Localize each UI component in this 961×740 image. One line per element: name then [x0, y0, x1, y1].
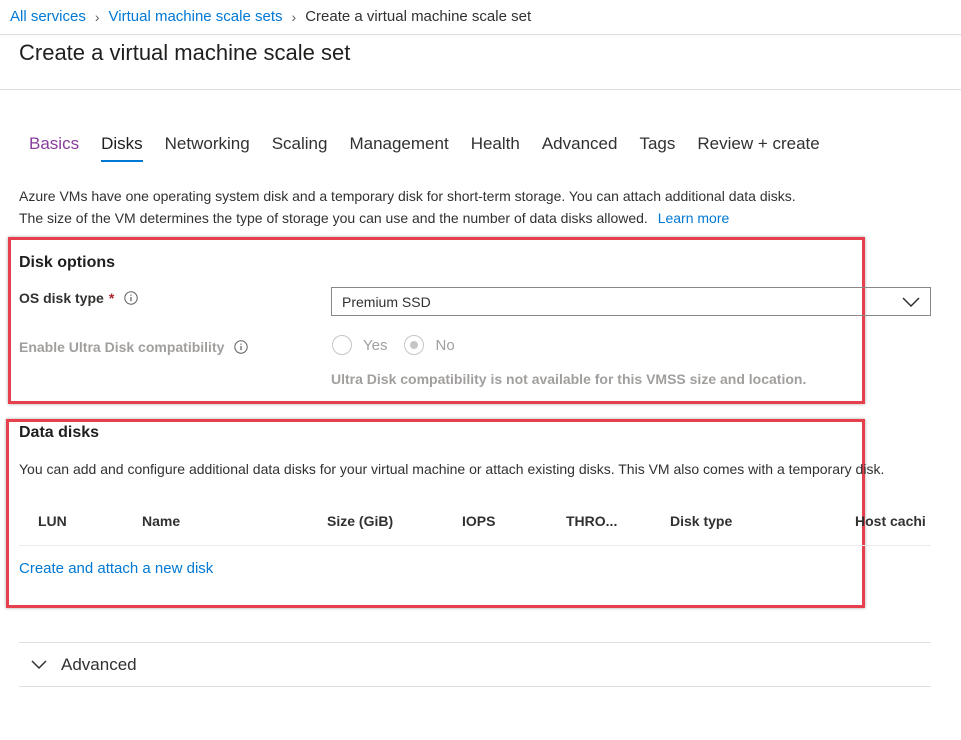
advanced-section-label: Advanced	[61, 655, 137, 674]
info-icon[interactable]	[124, 291, 138, 305]
ultra-disk-label-text: Enable Ultra Disk compatibility	[19, 339, 225, 355]
chevron-down-icon	[31, 660, 47, 670]
os-disk-type-value: Premium SSD	[342, 293, 431, 310]
intro-line-1: Azure VMs have one operating system disk…	[19, 188, 796, 204]
os-disk-type-label-text: OS disk type	[19, 290, 104, 306]
chevron-down-icon	[902, 296, 920, 307]
chevron-right-icon: ›	[291, 8, 297, 25]
ultra-disk-label: Enable Ultra Disk compatibility	[19, 339, 249, 355]
ultra-disk-radio-group: Yes No	[332, 335, 472, 355]
radio-yes-label: Yes	[363, 336, 388, 354]
column-disk-type[interactable]: Disk type	[670, 513, 732, 529]
advanced-section-toggle[interactable]: Advanced	[31, 655, 137, 675]
page-title: Create a virtual machine scale set	[19, 40, 351, 65]
breadcrumb-current: Create a virtual machine scale set	[305, 8, 532, 25]
data-disks-table-header: LUN Name Size (GiB) IOPS THRO... Disk ty…	[19, 513, 931, 546]
required-marker: *	[108, 290, 115, 306]
os-disk-type-select[interactable]: Premium SSD	[331, 287, 931, 316]
tab-basics[interactable]: Basics	[29, 134, 79, 160]
radio-no[interactable]	[404, 335, 425, 355]
create-attach-disk-link[interactable]: Create and attach a new disk	[19, 560, 213, 577]
data-disks-description: You can add and configure additional dat…	[19, 461, 885, 477]
wizard-tabs: Basics Disks Networking Scaling Manageme…	[29, 134, 842, 162]
tab-management[interactable]: Management	[349, 134, 448, 160]
learn-more-link[interactable]: Learn more	[658, 210, 730, 226]
column-name[interactable]: Name	[142, 513, 180, 529]
radio-no-label: No	[435, 336, 455, 354]
column-iops[interactable]: IOPS	[462, 513, 495, 529]
chevron-right-icon: ›	[94, 8, 100, 25]
column-throughput[interactable]: THRO...	[566, 513, 617, 529]
breadcrumb: All services › Virtual machine scale set…	[10, 8, 531, 25]
divider	[19, 686, 931, 687]
divider	[0, 89, 961, 90]
tab-health[interactable]: Health	[471, 134, 520, 160]
tab-advanced[interactable]: Advanced	[542, 134, 618, 160]
ultra-disk-note: Ultra Disk compatibility is not availabl…	[331, 371, 807, 387]
info-icon[interactable]	[234, 340, 249, 354]
tab-tags[interactable]: Tags	[639, 134, 675, 160]
os-disk-type-label: OS disk type *	[19, 290, 138, 306]
intro-text: Azure VMs have one operating system disk…	[19, 185, 949, 229]
breadcrumb-all-services[interactable]: All services	[10, 8, 86, 25]
divider	[19, 642, 931, 643]
intro-line-2-text: The size of the VM determines the type o…	[19, 210, 648, 226]
column-host-caching[interactable]: Host cachi	[855, 513, 926, 529]
intro-line-2: The size of the VM determines the type o…	[19, 207, 949, 229]
column-size[interactable]: Size (GiB)	[327, 513, 393, 529]
tab-scaling[interactable]: Scaling	[272, 134, 328, 160]
breadcrumb-vmss[interactable]: Virtual machine scale sets	[109, 8, 283, 25]
tab-disks[interactable]: Disks	[101, 134, 143, 162]
column-lun[interactable]: LUN	[38, 513, 67, 529]
data-disks-title: Data disks	[19, 424, 100, 441]
tab-networking[interactable]: Networking	[165, 134, 250, 160]
disk-options-title: Disk options	[19, 254, 116, 271]
tab-review-create[interactable]: Review + create	[697, 134, 819, 160]
radio-yes[interactable]	[332, 335, 352, 355]
